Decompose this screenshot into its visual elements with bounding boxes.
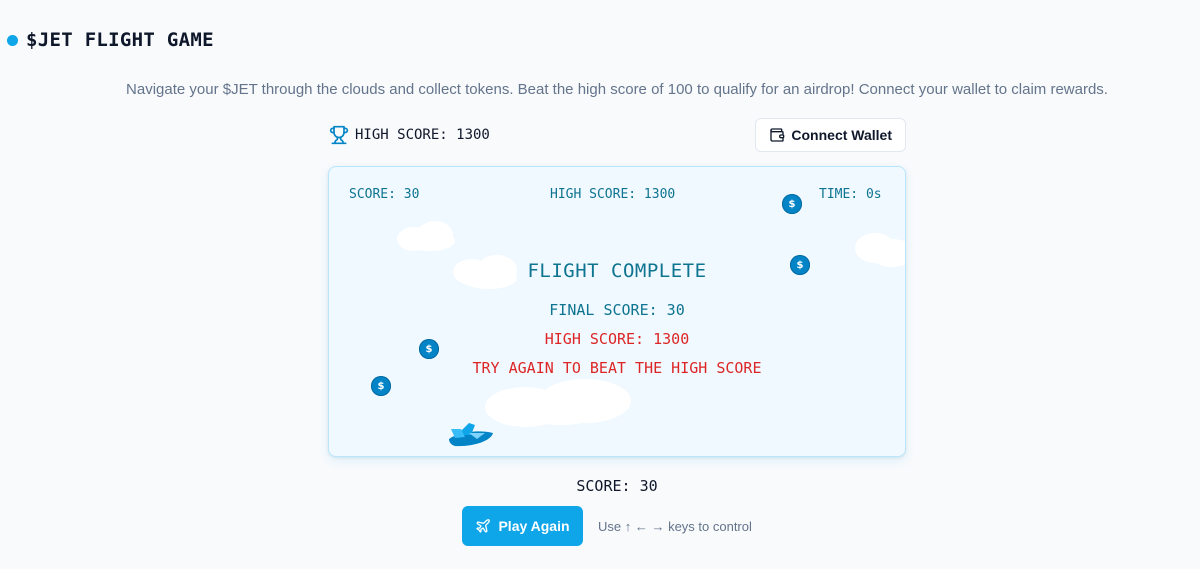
hud-score: SCORE: 30	[349, 187, 420, 202]
plane-icon	[476, 519, 491, 533]
overlay-high-score: HIGH SCORE: 1300	[544, 330, 690, 348]
wallet-icon	[770, 128, 785, 142]
jet-sprite	[449, 423, 493, 447]
final-score-label: FINAL SCORE: 30	[549, 301, 685, 319]
game-top-bar: HIGH SCORE: 1300 Connect Wallet	[329, 117, 906, 153]
play-again-label: Play Again	[498, 518, 570, 534]
cloud	[397, 221, 457, 251]
game-description: Navigate your $JET through the clouds an…	[126, 81, 1108, 98]
controls-row: Play Again Use ↑ ← → keys to control	[462, 506, 752, 546]
token-coin: $	[782, 194, 802, 214]
high-score-label: HIGH SCORE: 1300	[355, 127, 490, 143]
try-again-message: TRY AGAIN TO BEAT THE HIGH SCORE	[472, 359, 762, 377]
hud-high-score: HIGH SCORE: 1300	[550, 187, 676, 202]
game-page: $JET FLIGHT GAME Navigate your $JET thro…	[0, 0, 1200, 569]
cloud	[485, 379, 631, 427]
flight-complete-heading: FLIGHT COMPLETE	[527, 260, 707, 282]
title-bullet-dot	[7, 34, 18, 46]
trophy-icon	[329, 125, 349, 145]
controls-hint: Use ↑ ← → keys to control	[598, 518, 752, 534]
hud-time: TIME: 0s	[819, 187, 882, 202]
game-canvas[interactable]: SCORE: 30 HIGH SCORE: 1300 TIME: 0s $ $ …	[328, 166, 906, 457]
high-score-display: HIGH SCORE: 1300	[329, 125, 490, 145]
bottom-score-label: SCORE: 30	[576, 477, 658, 495]
page-title: $JET FLIGHT GAME	[26, 29, 214, 51]
connect-wallet-button[interactable]: Connect Wallet	[755, 118, 906, 152]
section-header: $JET FLIGHT GAME	[7, 29, 214, 51]
play-again-button[interactable]: Play Again	[462, 506, 583, 546]
connect-wallet-label: Connect Wallet	[791, 127, 892, 143]
token-coin: $	[371, 376, 391, 396]
